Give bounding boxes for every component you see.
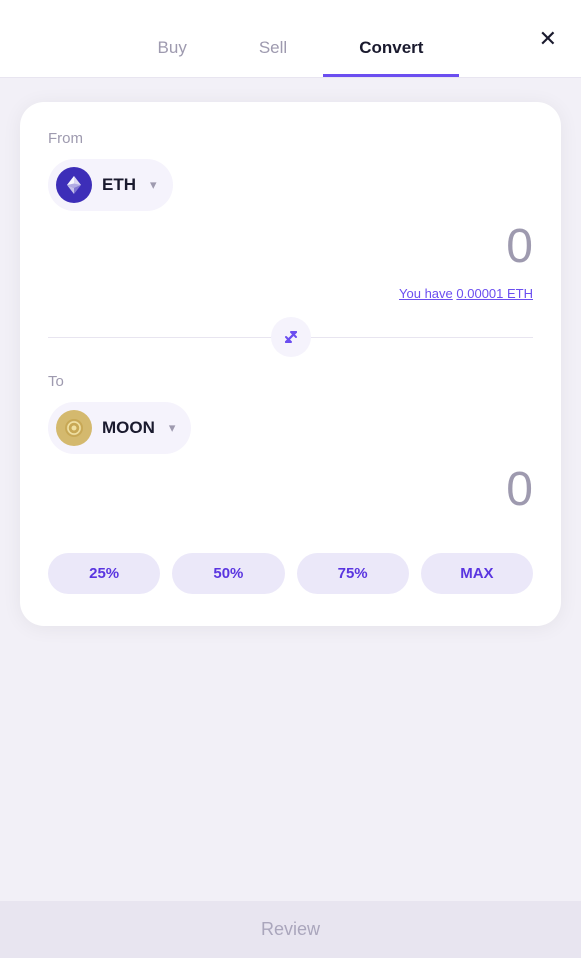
from-balance-value[interactable]: 0.00001 ETH: [456, 286, 533, 301]
to-token-selector[interactable]: MOON ▾: [48, 402, 191, 454]
review-bar: Review: [0, 901, 581, 958]
from-token-chevron: ▾: [150, 177, 157, 193]
to-label: To: [48, 373, 533, 390]
review-button[interactable]: Review: [261, 919, 320, 940]
swap-button[interactable]: [271, 317, 311, 357]
tab-sell[interactable]: Sell: [223, 0, 323, 77]
from-token-name: ETH: [102, 175, 136, 195]
moon-logo-svg: [63, 417, 85, 439]
from-balance: You have 0.00001 ETH: [48, 286, 533, 301]
eth-icon: [56, 167, 92, 203]
to-token-name: MOON: [102, 418, 155, 438]
convert-card: From ETH ▾ 0: [20, 102, 561, 626]
tab-convert[interactable]: Convert: [323, 0, 459, 77]
from-section: From ETH ▾ 0: [48, 130, 533, 301]
moon-icon: [56, 410, 92, 446]
pct-max-button[interactable]: MAX: [421, 553, 533, 594]
swap-divider: [48, 317, 533, 357]
swap-arrows-icon: [281, 327, 301, 347]
to-section: To MOON ▾ 0: [48, 373, 533, 525]
tab-buy[interactable]: Buy: [122, 0, 223, 77]
eth-logo-svg: [63, 174, 85, 196]
to-token-chevron: ▾: [169, 420, 176, 436]
from-amount: 0: [48, 211, 533, 282]
to-amount: 0: [48, 454, 533, 525]
pct-50-button[interactable]: 50%: [172, 553, 284, 594]
pct-75-button[interactable]: 75%: [297, 553, 409, 594]
percentage-buttons: 25% 50% 75% MAX: [48, 553, 533, 594]
close-button[interactable]: ✕: [539, 28, 557, 50]
tab-bar: Buy Sell Convert ✕: [0, 0, 581, 78]
from-label: From: [48, 130, 533, 147]
pct-25-button[interactable]: 25%: [48, 553, 160, 594]
from-token-selector[interactable]: ETH ▾: [48, 159, 173, 211]
